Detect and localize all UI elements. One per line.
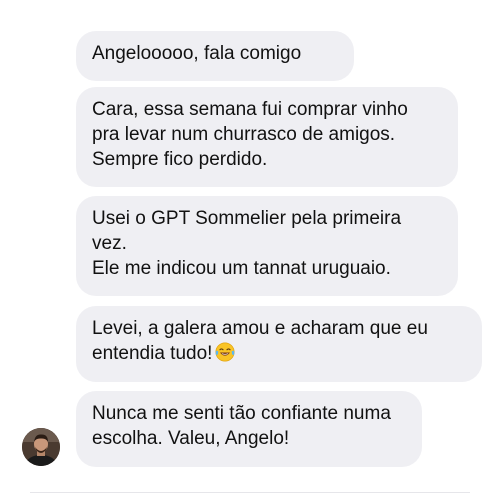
message-text: escolha. Valeu, Angelo! (92, 428, 290, 449)
person-avatar-icon (22, 428, 60, 466)
message-bubble-3[interactable]: Usei o GPT Sommelier pela primeira vez. … (76, 196, 458, 296)
message-text: Levei, a galera amou e acharam que eu (92, 318, 428, 339)
message-text-with-emoji: entendia tudo! (92, 341, 466, 366)
message-text: pra levar num churrasco de amigos. (92, 124, 396, 145)
message-text: Ele me indicou um tannat uruguaio. (92, 258, 391, 279)
divider (30, 492, 470, 493)
avatar[interactable] (22, 428, 60, 466)
message-bubble-2[interactable]: Cara, essa semana fui comprar vinho pra … (76, 87, 458, 187)
message-text: Nunca me senti tão confiante numa (92, 403, 391, 424)
message-text: vez. (92, 233, 127, 254)
laughing-tears-emoji-icon (215, 342, 235, 362)
message-text: Usei o GPT Sommelier pela primeira (92, 208, 402, 229)
message-bubble-1[interactable]: Angelooooo, fala comigo (76, 31, 354, 81)
message-text: Cara, essa semana fui comprar vinho (92, 99, 408, 120)
message-bubble-4[interactable]: Levei, a galera amou e acharam que eu en… (76, 306, 482, 382)
message-text: entendia tudo! (92, 343, 213, 364)
message-text: Angelooooo, fala comigo (92, 43, 302, 64)
chat-thread: Angelooooo, fala comigo Cara, essa seman… (0, 0, 500, 500)
message-bubble-5[interactable]: Nunca me senti tão confiante numa escolh… (76, 391, 422, 467)
message-text: Sempre fico perdido. (92, 149, 268, 170)
